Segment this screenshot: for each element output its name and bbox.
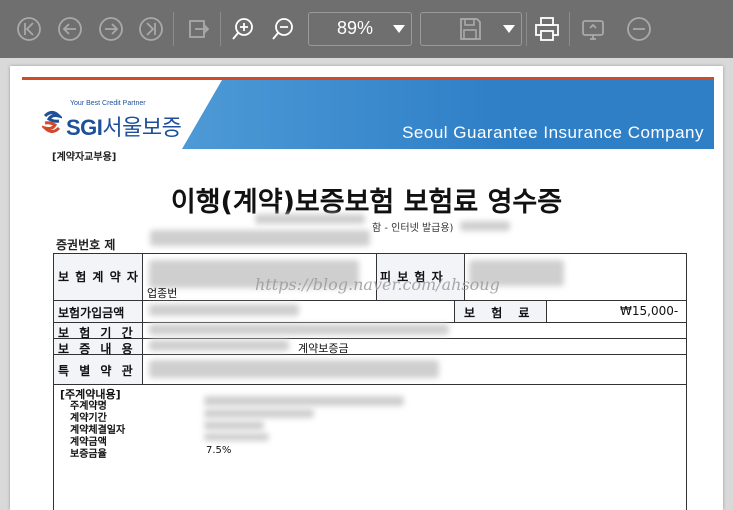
redacted-guarantee [149,340,289,351]
banner-company-name: Seoul Guarantee Insurance Company [402,123,704,142]
special-terms-label: 특 별 약 관 [58,364,136,378]
redacted-period [149,324,449,335]
guarantee-value: 계약보증금 [298,342,349,355]
save-dropdown[interactable] [420,12,522,46]
sgi-logo-icon [42,111,62,133]
premium-label: 보 험 료 [464,306,536,320]
zoom-out-icon[interactable] [268,14,298,44]
period-label: 보 험 기 간 [58,326,136,340]
blog-watermark: https://blog.naver.com/ahsoug [255,275,500,294]
policyholder-label: 보 험 계 약 자 [58,270,139,284]
header-banner: Your Best Credit Partner SGI서울보증 Seoul G… [22,77,714,149]
bond-rate-value: 7.5% [206,445,232,456]
next-page-icon[interactable] [96,14,126,44]
redacted-text [460,221,510,231]
redacted-special-terms [149,360,439,378]
export-icon[interactable] [183,14,213,44]
partial-value: 업종번 [147,287,178,300]
contract-item: 보증금율 [70,449,107,460]
pdf-viewer-toolbar: 89% [0,0,733,58]
premium-value: ₩15,000- [620,304,679,318]
zoom-select[interactable]: 89% [308,12,412,46]
chevron-down-icon [503,25,515,33]
redacted-contract [204,421,264,430]
share-icon[interactable] [578,14,608,44]
logo-tagline: Your Best Credit Partner [70,100,146,107]
document-page: Your Best Credit Partner SGI서울보증 Seoul G… [10,66,723,510]
cert-number-label: 증권번호 제 [56,238,116,252]
redacted-cert-number [150,230,370,246]
zoom-value: 89% [337,18,374,38]
insured-amount-label: 보험가입금액 [58,306,125,320]
issue-note: 함 - 인터넷 발급용) [372,223,454,234]
chevron-down-icon [393,25,405,33]
prev-page-icon[interactable] [55,14,85,44]
redacted-amount [149,304,299,316]
document-title: 이행(계약)보증보험 보험료 영수증 [170,187,563,218]
redacted-text [255,214,365,224]
zoom-in-icon[interactable] [228,14,258,44]
redacted-contract [204,409,314,418]
redacted-contract [204,396,404,406]
redacted-contract [204,433,269,441]
close-icon[interactable] [624,14,654,44]
copy-tag: [계약자교부용] [52,152,117,163]
last-page-icon[interactable] [136,14,166,44]
logo-brand: SGI서울보증 [66,115,182,140]
first-page-icon[interactable] [14,14,44,44]
guarantee-label: 보 증 내 용 [58,342,136,356]
print-icon[interactable] [532,14,562,44]
save-icon [455,14,485,44]
